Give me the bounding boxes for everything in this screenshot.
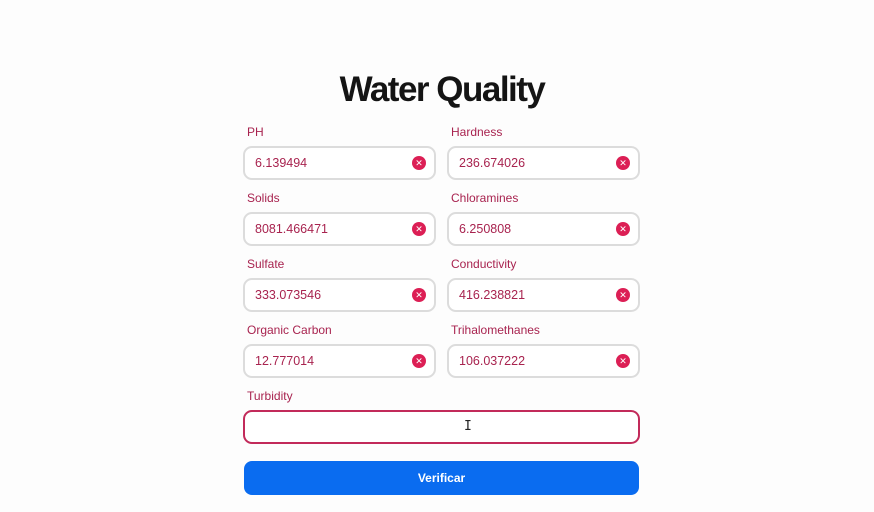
trihalomethanes-input[interactable] [449, 346, 638, 376]
hardness-input[interactable] [449, 148, 638, 178]
clear-icon[interactable]: ✕ [412, 354, 426, 368]
input-container: ✕ [447, 278, 640, 312]
field-label: Turbidity [247, 389, 293, 403]
input-container: ✕ [243, 212, 436, 246]
field-label: Chloramines [451, 191, 519, 205]
clear-icon[interactable]: ✕ [616, 288, 630, 302]
conductivity-input[interactable] [449, 280, 638, 310]
page: Water Quality PH ✕ Hardness ✕ Solids [0, 0, 874, 512]
solids-input[interactable] [245, 214, 434, 244]
field-label: Solids [247, 191, 280, 205]
input-container: ✕ [447, 146, 640, 180]
field-label: Organic Carbon [247, 323, 332, 337]
field-trihalomethanes: Trihalomethanes ✕ [447, 323, 640, 378]
field-ph: PH ✕ [243, 125, 436, 180]
field-label: Trihalomethanes [451, 323, 540, 337]
field-label: Hardness [451, 125, 503, 139]
input-container: ✕ [243, 344, 436, 378]
field-turbidity: Turbidity I [243, 389, 640, 444]
turbidity-input[interactable] [245, 412, 638, 442]
chloramines-input[interactable] [449, 214, 638, 244]
field-hardness: Hardness ✕ [447, 125, 640, 180]
input-container: ✕ [243, 146, 436, 180]
fields-grid: PH ✕ Hardness ✕ Solids ✕ [243, 125, 640, 378]
ph-input[interactable] [245, 148, 434, 178]
clear-icon[interactable]: ✕ [412, 156, 426, 170]
field-label: Sulfate [247, 257, 285, 271]
clear-icon[interactable]: ✕ [616, 222, 630, 236]
field-solids: Solids ✕ [243, 191, 436, 246]
field-conductivity: Conductivity ✕ [447, 257, 640, 312]
verify-button[interactable]: Verificar [244, 461, 639, 495]
input-container: I [243, 410, 640, 444]
field-chloramines: Chloramines ✕ [447, 191, 640, 246]
text-cursor-icon: I [464, 419, 472, 434]
input-container: ✕ [447, 344, 640, 378]
input-container: ✕ [243, 278, 436, 312]
clear-icon[interactable]: ✕ [616, 354, 630, 368]
organic-carbon-input[interactable] [245, 346, 434, 376]
clear-icon[interactable]: ✕ [616, 156, 630, 170]
sulfate-input[interactable] [245, 280, 434, 310]
clear-icon[interactable]: ✕ [412, 222, 426, 236]
field-label: Conductivity [451, 257, 517, 271]
field-organic-carbon: Organic Carbon ✕ [243, 323, 436, 378]
field-label: PH [247, 125, 264, 139]
input-container: ✕ [447, 212, 640, 246]
clear-icon[interactable]: ✕ [412, 288, 426, 302]
page-title: Water Quality [339, 70, 546, 109]
water-quality-form: PH ✕ Hardness ✕ Solids ✕ [243, 125, 640, 495]
field-sulfate: Sulfate ✕ [243, 257, 436, 312]
